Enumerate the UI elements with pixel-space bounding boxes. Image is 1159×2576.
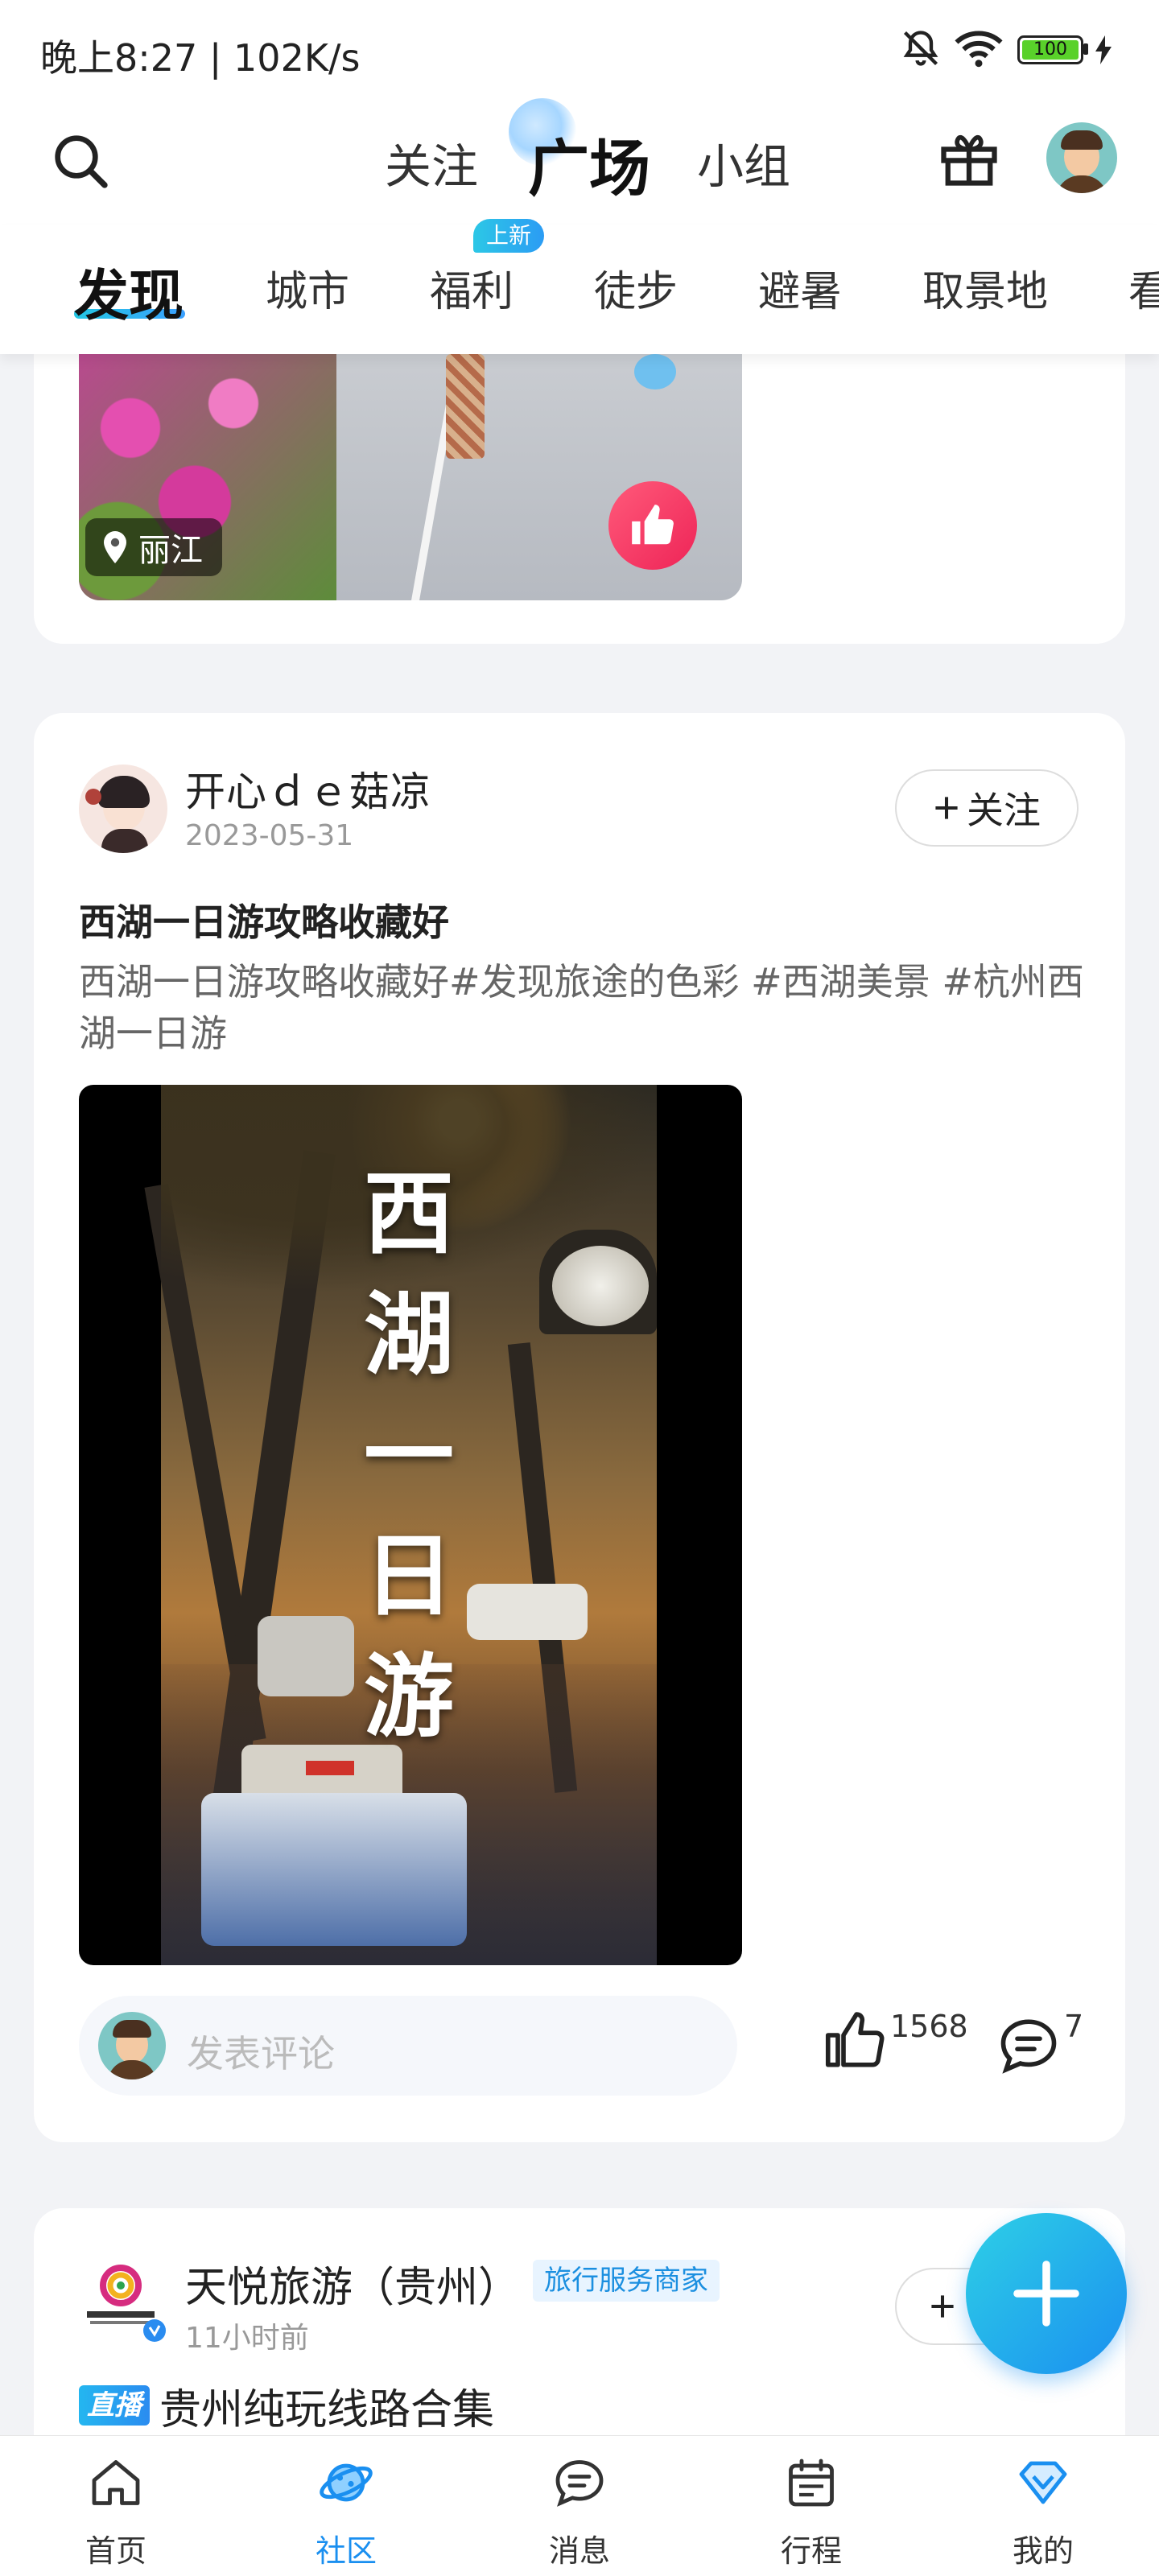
wifi-icon: [955, 31, 1003, 68]
tab-plaza[interactable]: 广场: [528, 119, 650, 208]
author-avatar[interactable]: [79, 765, 167, 853]
battery-level: 100: [1022, 40, 1079, 60]
post-title[interactable]: 贵州纯玩线路合集: [159, 2376, 494, 2436]
tab-group[interactable]: 小组: [697, 129, 790, 196]
charging-icon: [1095, 35, 1112, 64]
image-title-char: 日: [364, 1523, 454, 1629]
top-nav: 关注 广场 小组: [0, 97, 1159, 225]
comment-placeholder[interactable]: 发表评论: [187, 2025, 335, 2078]
nav-label: 首页: [85, 2533, 146, 2569]
nav-itinerary[interactable]: 行程: [731, 2436, 892, 2576]
status-bar: 晚上8:27 | 102K/s 100: [0, 0, 1159, 97]
post-time: 11小时前: [185, 2322, 309, 2355]
location-tag[interactable]: 丽江: [85, 518, 222, 576]
channel-more[interactable]: 看: [1128, 258, 1159, 318]
comment-input[interactable]: [79, 1996, 737, 2096]
nav-community[interactable]: 社区: [266, 2436, 427, 2576]
live-badge: 直播: [79, 2385, 150, 2426]
image-title-char: 一: [364, 1403, 454, 1508]
channel-summer[interactable]: 避暑: [758, 258, 842, 318]
gift-icon[interactable]: [935, 124, 1003, 192]
mute-bell-icon: [903, 31, 938, 66]
nav-label: 消息: [548, 2533, 610, 2569]
my-avatar: [98, 2012, 166, 2079]
like-icon[interactable]: [821, 2007, 889, 2075]
nav-messages[interactable]: 消息: [499, 2436, 660, 2576]
status-time: 晚上8:27 | 102K/s: [40, 36, 361, 80]
tab-follow[interactable]: 关注: [385, 129, 478, 196]
home-icon: [92, 2460, 140, 2505]
author-name[interactable]: 天悦旅游（贵州）: [185, 2253, 520, 2314]
comment-icon[interactable]: [995, 2012, 1062, 2079]
message-icon: [555, 2460, 604, 2507]
new-badge: 上新: [473, 219, 545, 253]
image-title-char: 湖: [364, 1282, 454, 1387]
post-body[interactable]: 西湖一日游攻略收藏好#发现旅途的色彩 #西湖美景 #杭州西湖一日游: [79, 956, 1093, 1059]
nav-home[interactable]: 首页: [35, 2436, 196, 2576]
nav-label: 我的: [1012, 2533, 1074, 2569]
author-name[interactable]: 开心ｄｅ菇凉: [185, 760, 431, 818]
channel-tabs: 发现 城市 福利 徒步 避暑 取景地 看: [0, 225, 1159, 354]
battery-icon: 100: [1017, 35, 1083, 64]
comment-count: 7: [1064, 2009, 1084, 2044]
bottom-nav: 首页 社区 消息 行程 我的: [0, 2435, 1159, 2576]
like-count: 1568: [890, 2009, 968, 2044]
photo-like-button[interactable]: [608, 481, 697, 570]
channel-location[interactable]: 取景地: [922, 258, 1048, 318]
channel-discover[interactable]: 发现: [74, 251, 184, 331]
create-post-button[interactable]: [966, 2213, 1127, 2374]
channel-welfare[interactable]: 福利: [430, 258, 514, 318]
user-avatar[interactable]: [1046, 122, 1117, 193]
person-figure: [446, 354, 485, 459]
plus-icon: [931, 2295, 954, 2318]
follow-button[interactable]: 关注: [895, 769, 1079, 847]
nav-profile[interactable]: 我的: [963, 2436, 1124, 2576]
nav-label: 社区: [315, 2533, 377, 2569]
post-date: 2023-05-31: [185, 819, 354, 852]
follow-label: 关注: [967, 789, 1041, 832]
merchant-badge: 旅行服务商家: [533, 2260, 720, 2302]
image-title-char: 西: [364, 1161, 454, 1267]
thumb-up-icon: [632, 505, 674, 545]
diamond-icon: [1019, 2461, 1067, 2504]
image-title-char: 游: [364, 1644, 454, 1750]
nav-label: 行程: [780, 2533, 842, 2569]
post-title[interactable]: 西湖一日游攻略收藏好: [79, 893, 449, 946]
plus-icon: [935, 797, 958, 819]
location-pin-icon: [104, 531, 126, 563]
planet-icon: [320, 2463, 373, 2502]
post-image[interactable]: 西 湖 一 日 游: [79, 1085, 742, 1965]
location-label: 丽江: [138, 532, 203, 569]
plus-icon: [1013, 2261, 1079, 2327]
channel-hiking[interactable]: 徒步: [594, 258, 678, 318]
channel-city[interactable]: 城市: [266, 258, 349, 318]
calendar-icon: [789, 2459, 834, 2507]
merchant-logo[interactable]: [79, 2253, 169, 2343]
search-icon[interactable]: [48, 129, 113, 193]
